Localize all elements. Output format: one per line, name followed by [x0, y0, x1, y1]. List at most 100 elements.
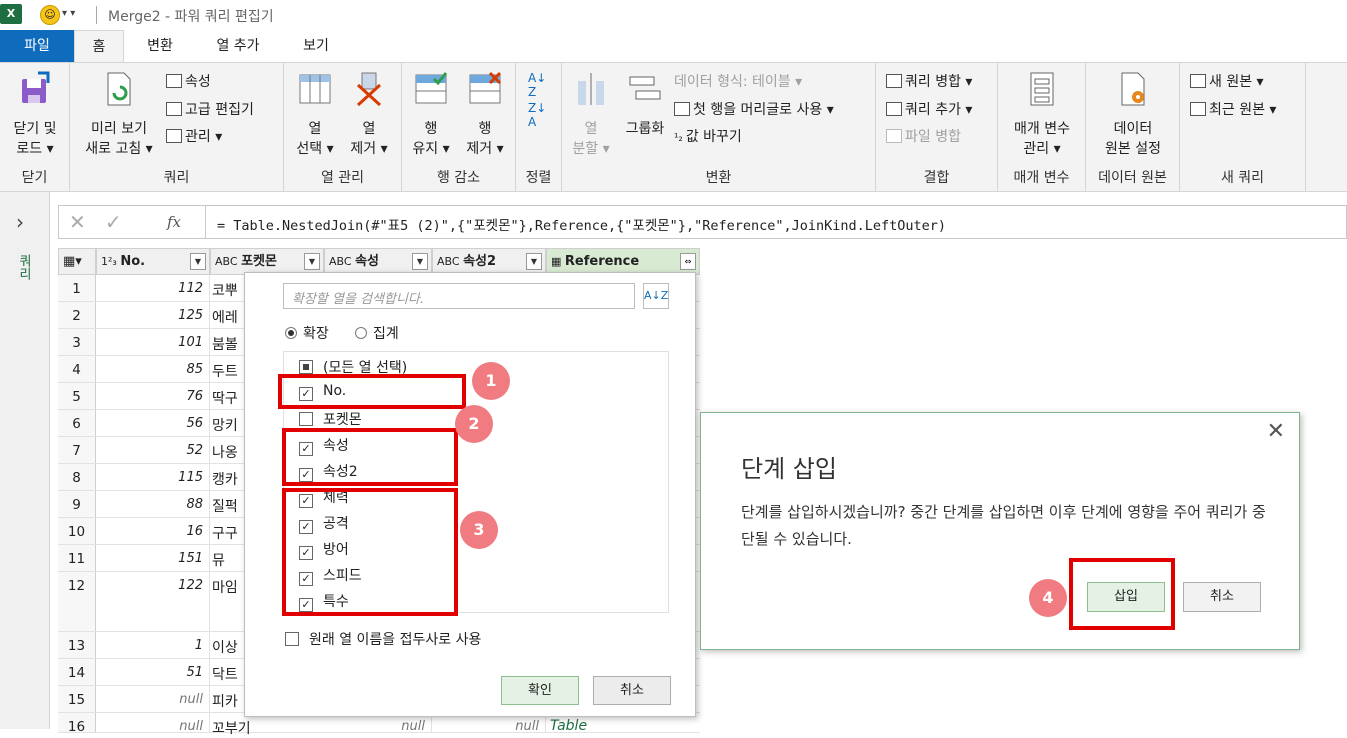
tab-view[interactable]: 보기 [296, 30, 336, 62]
fx-icon[interactable]: fx [167, 213, 181, 231]
recent-sources-button[interactable]: 최근 원본 ▾ [1190, 99, 1276, 119]
radio-aggregate-label: 집계 [373, 326, 399, 342]
column-header-reference[interactable]: ▦ Reference ⇔ [546, 248, 700, 275]
cell-no[interactable]: null [96, 686, 210, 712]
expand-column-icon[interactable]: ⇔ [680, 253, 696, 270]
formula-input[interactable]: = Table.NestedJoin(#"표5 (2)",{"포켓몬"},Ref… [217, 214, 946, 234]
row-number: 15 [58, 686, 96, 712]
ok-button[interactable]: 확인 [501, 676, 579, 705]
prefix-label: 원래 열 이름을 접두사로 사용 [309, 632, 482, 648]
prefix-checkbox[interactable]: 원래 열 이름을 접두사로 사용 [285, 629, 481, 649]
highlight-box-2 [282, 428, 458, 486]
keep-rows-button[interactable]: 행 유지 ▾ [406, 71, 456, 159]
advanced-editor-button[interactable]: 고급 편집기 [166, 99, 254, 119]
tab-transform[interactable]: 변환 [140, 30, 180, 62]
column-header-no[interactable]: 1²₃ No. ▼ [96, 248, 210, 275]
highlight-box-3 [282, 488, 458, 616]
group-by-button[interactable]: 그룹화 [618, 71, 672, 139]
close-icon[interactable]: ✕ [1267, 419, 1285, 444]
cell-no[interactable]: 56 [96, 410, 210, 436]
cell-no[interactable]: 52 [96, 437, 210, 463]
expand-queries-chevron-icon[interactable]: › [16, 210, 24, 234]
tab-file[interactable]: 파일 [0, 30, 74, 62]
queries-pane-label[interactable]: 쿼리 [14, 254, 33, 280]
data-source-settings-icon [1121, 72, 1145, 106]
new-source-icon [1190, 74, 1206, 88]
data-type-button[interactable]: 데이터 형식: 테이블 ▾ [674, 71, 802, 91]
column-header-attr2-label: 속성2 [463, 254, 497, 269]
radio-expand-label: 확장 [303, 326, 329, 342]
data-source-group-label: 데이터 원본 [1098, 170, 1167, 186]
smiley-icon[interactable]: ☺ [40, 5, 60, 25]
sort-group-label: 정렬 [525, 170, 552, 186]
tab-home[interactable]: 홈 [74, 30, 124, 62]
combine-files-button[interactable]: 파일 병합 [886, 126, 961, 146]
split-label-1: 열 [584, 121, 598, 137]
keep-rows-icon [415, 72, 448, 104]
row-number: 4 [58, 356, 96, 382]
refresh-preview-button[interactable]: 미리 보기 새로 고침 ▾ [76, 71, 162, 159]
filter-dropdown-icon[interactable]: ▼ [412, 253, 428, 270]
cell-no[interactable]: 88 [96, 491, 210, 517]
expand-search-input[interactable]: 확장할 열을 검색합니다. [283, 283, 635, 309]
filter-dropdown-icon[interactable]: ▼ [526, 253, 542, 270]
checkbox-icon [299, 412, 313, 426]
close-load-label-2: 로드 ▾ [16, 141, 54, 157]
column-header-pokemon[interactable]: ABC 포켓몬 ▼ [210, 248, 324, 275]
radio-expand[interactable]: 확장 [285, 323, 329, 343]
row-number: 16 [58, 713, 96, 735]
cell-no[interactable]: 51 [96, 659, 210, 685]
filter-dropdown-icon[interactable]: ▼ [304, 253, 320, 270]
new-source-button[interactable]: 새 원본 ▾ [1190, 71, 1264, 91]
dialog-cancel-button[interactable]: 취소 [1183, 582, 1261, 612]
remove-columns-button[interactable]: 열 제거 ▾ [344, 71, 394, 159]
ribbon: 닫기 및 로드 ▾ 닫기 미리 보기 새로 고침 ▾ 속성 고급 편집기 관리 … [0, 62, 1347, 192]
cell-no[interactable]: 76 [96, 383, 210, 409]
cell-no[interactable]: 115 [96, 464, 210, 490]
radio-aggregate[interactable]: 집계 [355, 323, 399, 343]
column-checkbox-label: 포켓몬 [323, 412, 362, 428]
row-number: 7 [58, 437, 96, 463]
combine-group: 쿼리 병합 ▾ 쿼리 추가 ▾ 파일 병합 결합 [876, 63, 998, 191]
sort-descending-icon[interactable]: Z↓ A [528, 101, 546, 129]
column-header-attr2[interactable]: ABC 속성2 ▼ [432, 248, 546, 275]
close-and-load-button[interactable]: 닫기 및 로드 ▾ [4, 71, 66, 159]
cell-no[interactable]: 112 [96, 275, 210, 301]
cell-no[interactable]: 85 [96, 356, 210, 382]
cell-no[interactable]: null [96, 713, 210, 734]
formula-bar: ✕ ✓ fx = Table.NestedJoin(#"표5 (2)",{"포켓… [58, 205, 1347, 239]
cell-no[interactable]: 1 [96, 632, 210, 658]
append-queries-button[interactable]: 쿼리 추가 ▾ [886, 99, 972, 119]
data-source-settings-button[interactable]: 데이터 원본 설정 [1090, 71, 1176, 159]
cancel-button[interactable]: 취소 [593, 676, 671, 705]
manage-button[interactable]: 관리 ▾ [166, 126, 222, 146]
table-menu-icon[interactable]: ▦▾ [58, 248, 96, 275]
cell-no[interactable]: 125 [96, 302, 210, 328]
partial-checkbox-icon [299, 360, 313, 374]
merge-queries-button[interactable]: 쿼리 병합 ▾ [886, 71, 972, 91]
sort-ascending-icon[interactable]: A↓ Z [528, 71, 546, 99]
use-first-row-header-button[interactable]: 첫 행을 머리글로 사용 ▾ [674, 99, 834, 119]
split-column-button[interactable]: 열 분할 ▾ [566, 71, 616, 159]
manage-parameters-button[interactable]: 매개 변수 관리 ▾ [1002, 71, 1082, 159]
close-load-icon [22, 71, 50, 103]
column-checkbox-item[interactable]: 포켓몬 [299, 409, 362, 429]
cell-no[interactable]: 151 [96, 545, 210, 571]
remove-columns-icon [356, 72, 382, 107]
step-badge-1: 1 [472, 362, 510, 400]
quick-access-dropdown-icon[interactable]: ▾ ▾ [62, 8, 75, 19]
replace-values-button[interactable]: ¹₂ 값 바꾸기 [674, 126, 742, 146]
properties-button[interactable]: 속성 [166, 71, 211, 91]
cell-no[interactable]: 122 [96, 572, 210, 631]
column-header-no-label: No. [120, 254, 146, 269]
cell-no[interactable]: 101 [96, 329, 210, 355]
sort-az-icon[interactable]: A↓Z [643, 283, 669, 309]
formula-cancel-commit-icons[interactable]: ✕ ✓ [69, 210, 122, 234]
filter-dropdown-icon[interactable]: ▼ [190, 253, 206, 270]
remove-rows-button[interactable]: 행 제거 ▾ [460, 71, 510, 159]
tab-add-column[interactable]: 열 추가 [208, 30, 268, 62]
column-header-attr[interactable]: ABC 속성 ▼ [324, 248, 432, 275]
choose-columns-button[interactable]: 열 선택 ▾ [290, 71, 340, 159]
cell-no[interactable]: 16 [96, 518, 210, 544]
manage-icon [166, 129, 182, 143]
